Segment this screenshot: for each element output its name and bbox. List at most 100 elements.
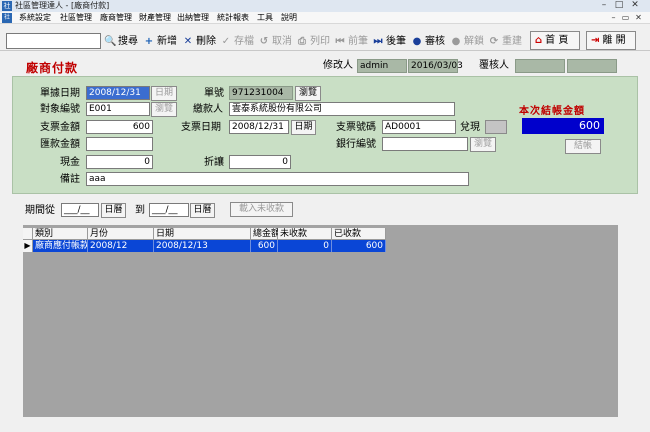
col-header-date[interactable]: 日期 [154, 228, 251, 240]
doc-no-browse-button[interactable]: 瀏覽 [295, 86, 321, 101]
menu-community[interactable]: 社區管理 [60, 12, 92, 24]
payee-label: 繳款人 [193, 104, 223, 115]
save-label: 存檔 [234, 36, 254, 47]
doc-date-input[interactable]: 2008/12/31 [86, 86, 150, 100]
remit-amount-label: 匯款金額 [40, 139, 80, 150]
delete-label: 刪除 [196, 36, 216, 47]
redo-button[interactable]: ⟳ 重建 [488, 33, 522, 50]
cashed-checkbox[interactable] [485, 120, 507, 134]
bank-code-label: 銀行編號 [336, 139, 376, 150]
exit-icon: ⇥ [591, 35, 600, 46]
remit-amount-input[interactable] [86, 137, 153, 151]
note-input[interactable]: aaa [86, 172, 469, 186]
table-row-paid[interactable]: 600 [332, 240, 386, 252]
check-no-input[interactable]: AD0001 [382, 120, 456, 134]
settle-amount-field: 600 [522, 118, 604, 134]
bank-code-input[interactable] [382, 137, 468, 151]
prev-button[interactable]: ⏮ 前筆 [334, 33, 369, 50]
modifier-date-field: 2016/03/03 [408, 59, 463, 73]
vendor-code-label: 對象編號 [40, 104, 80, 115]
cancel-button[interactable]: ↺ 取消 [258, 33, 292, 50]
period-to-input[interactable]: ___/__ [149, 203, 189, 217]
doc-no-label: 單號 [204, 88, 224, 99]
menu-vendor[interactable]: 廠商管理 [100, 12, 132, 24]
next-icon: ⏭ [373, 36, 383, 47]
refresh-icon: ⟳ [489, 36, 499, 47]
menu-help[interactable]: 說明 [281, 12, 297, 24]
menu-cashier[interactable]: 出納管理 [177, 12, 209, 24]
print-button[interactable]: ⎙ 列印 [296, 33, 330, 50]
unlock-button[interactable]: ● 解鎖 [450, 33, 484, 50]
search-button[interactable]: 🔍 搜尋 [104, 33, 138, 50]
discount-input[interactable]: 0 [229, 155, 291, 169]
table-row-category[interactable]: 廠商應付帳款 [33, 240, 88, 252]
bank-browse-button[interactable]: 瀏覽 [470, 137, 496, 152]
cash-label: 現金 [60, 157, 80, 168]
doc-date-button[interactable]: 日期 [151, 86, 177, 101]
menu-assets[interactable]: 財產管理 [139, 12, 171, 24]
menu-app-icon[interactable]: 社 [2, 13, 12, 23]
prev-icon: ⏮ [335, 36, 345, 47]
cashed-label: 兌現 [460, 122, 480, 133]
modifier-label: 修改人 [323, 60, 353, 71]
table-row-total[interactable]: 600 [251, 240, 278, 252]
reviewer-label: 覆核人 [479, 60, 509, 71]
exit-label: 離 開 [602, 35, 626, 46]
next-label: 後筆 [386, 36, 406, 47]
row-indicator-icon: ▶ [23, 240, 33, 252]
check-icon: ✓ [221, 36, 231, 47]
home-button[interactable]: ⌂ 首 頁 [530, 31, 580, 50]
table-row-date[interactable]: 2008/12/13 [154, 240, 251, 252]
search-input[interactable] [6, 33, 101, 49]
menu-system-settings[interactable]: 系統設定 [19, 12, 51, 24]
mdi-close-icon[interactable]: ✕ [634, 13, 643, 23]
page-title: 廠商付款 [26, 61, 79, 75]
unlock-icon: ● [451, 36, 461, 47]
redo-label: 重建 [502, 36, 522, 47]
reviewer-date-field [567, 59, 617, 73]
col-header-category[interactable]: 類別 [33, 228, 88, 240]
window-title: 社區管理達人 - [廠商付款] [15, 1, 110, 10]
settle-amount-label: 本次結帳金額 [519, 106, 585, 117]
col-header-month[interactable]: 月份 [88, 228, 154, 240]
delete-button[interactable]: ✕ 刪除 [182, 33, 216, 50]
plus-icon: + [144, 36, 154, 47]
mdi-restore-icon[interactable]: ▭ [621, 13, 630, 23]
cash-input[interactable]: 0 [86, 155, 153, 169]
data-grid[interactable] [23, 225, 618, 417]
menu-bar [0, 12, 650, 24]
check-date-input[interactable]: 2008/12/31 [229, 120, 289, 134]
note-label: 備註 [60, 174, 80, 185]
minimize-icon[interactable]: – [598, 0, 610, 12]
payee-input[interactable]: 雲泰系統股份有限公司 [229, 102, 455, 116]
save-button[interactable]: ✓ 存檔 [220, 33, 254, 50]
period-to-calendar-button[interactable]: 日曆 [190, 203, 215, 218]
exit-button[interactable]: ⇥ 離 開 [586, 31, 636, 50]
period-from-input[interactable]: ___/__ [61, 203, 99, 217]
period-from-calendar-button[interactable]: 日曆 [101, 203, 126, 218]
menu-reports[interactable]: 統計報表 [217, 12, 249, 24]
col-header-paid[interactable]: 已收款 [332, 228, 386, 240]
search-label: 搜尋 [118, 36, 138, 47]
table-row-month[interactable]: 2008/12 [88, 240, 154, 252]
maximize-icon[interactable]: □ [613, 0, 625, 12]
vendor-code-input[interactable]: E001 [86, 102, 150, 116]
mdi-minimize-icon[interactable]: – [609, 13, 618, 23]
audit-button[interactable]: ● 審核 [411, 33, 445, 50]
close-icon[interactable]: ✕ [629, 0, 641, 12]
add-button[interactable]: + 新增 [143, 33, 177, 50]
modifier-field: admin [357, 59, 407, 73]
table-row-unpaid[interactable]: 0 [278, 240, 332, 252]
check-date-button[interactable]: 日期 [291, 120, 316, 135]
prev-label: 前筆 [348, 36, 368, 47]
col-header-unpaid[interactable]: 未收款 [278, 228, 332, 240]
check-amount-input[interactable]: 600 [86, 120, 153, 134]
load-unpaid-button[interactable]: 載入未收款 [230, 202, 293, 217]
print-label: 列印 [310, 36, 330, 47]
settle-button[interactable]: 結帳 [565, 139, 601, 154]
vendor-browse-button[interactable]: 瀏覽 [151, 102, 177, 117]
next-button[interactable]: ⏭ 後筆 [372, 33, 407, 50]
home-icon: ⌂ [535, 35, 543, 46]
menu-tools[interactable]: 工具 [257, 12, 273, 24]
col-header-total[interactable]: 總金額 [251, 228, 280, 240]
